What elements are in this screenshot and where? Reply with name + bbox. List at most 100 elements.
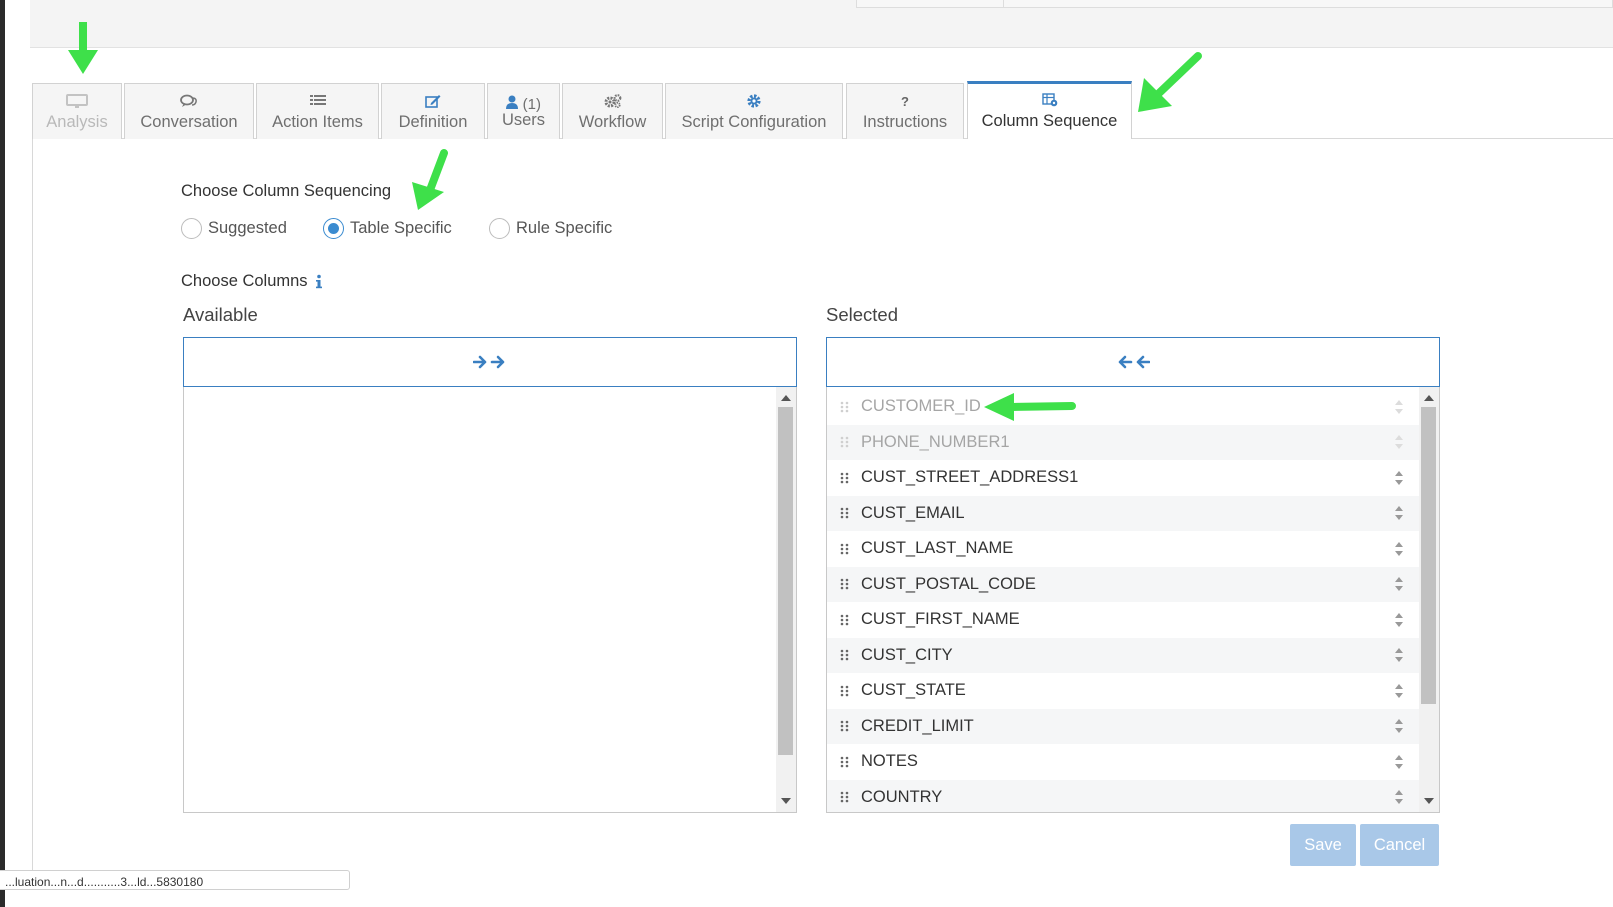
drag-handle-icon[interactable] — [827, 401, 861, 413]
scroll-up-icon[interactable] — [1424, 395, 1434, 401]
sort-icon[interactable] — [1379, 576, 1419, 592]
scroll-thumb[interactable] — [1421, 407, 1436, 704]
selected-list[interactable]: CUSTOMER_ID PHONE_NUMBER1 CUST_STREET_ADDR… — [826, 387, 1440, 813]
cancel-button[interactable]: Cancel — [1360, 824, 1439, 866]
question-icon: ? — [901, 94, 909, 109]
sort-icon[interactable] — [1379, 754, 1419, 770]
cogs-icon — [563, 94, 662, 112]
radio-button[interactable] — [489, 217, 510, 239]
tab-label: Column Sequence — [981, 112, 1118, 130]
tab-conversation[interactable]: Conversation — [124, 83, 254, 139]
selected-column-row[interactable]: NOTES — [827, 744, 1419, 780]
radio-table-specific[interactable]: Table Specific — [323, 216, 452, 240]
tab-users[interactable]: (1) Users — [487, 83, 560, 139]
tab-label: Action Items — [272, 113, 363, 131]
scroll-down-icon[interactable] — [781, 798, 791, 804]
scroll-thumb[interactable] — [778, 407, 793, 755]
sort-icon[interactable] — [1379, 470, 1419, 486]
selected-column-row[interactable]: CUST_FIRST_NAME — [827, 602, 1419, 638]
window-edge — [0, 0, 5, 907]
double-arrow-right-icon — [473, 355, 505, 369]
column-name: PHONE_NUMBER1 — [861, 432, 1010, 451]
tab-label: Analysis — [46, 113, 108, 131]
selected-column-row[interactable]: PHONE_NUMBER1 — [827, 424, 1419, 460]
move-all-left-button[interactable] — [826, 337, 1440, 387]
drag-handle-icon[interactable] — [827, 791, 861, 803]
drag-handle-icon[interactable] — [827, 649, 861, 661]
tab-instructions[interactable]: ? Instructions — [846, 83, 964, 139]
drag-handle-icon[interactable] — [827, 720, 861, 732]
tab-label: Conversation — [140, 113, 238, 131]
selected-column-row[interactable]: CUST_EMAIL — [827, 495, 1419, 531]
tab-column-sequence[interactable]: Column Sequence — [967, 81, 1132, 139]
top-field-box — [856, 0, 1613, 8]
drag-handle-icon[interactable] — [827, 543, 861, 555]
column-name: COUNTRY — [861, 787, 943, 806]
columns-title: Choose Columns — [181, 272, 308, 290]
tab-label: Workflow — [578, 113, 647, 131]
available-list[interactable] — [183, 387, 797, 813]
tab-analysis[interactable]: Analysis — [32, 83, 122, 139]
scroll-down-icon[interactable] — [1424, 798, 1434, 804]
selected-column-row[interactable]: COUNTRY — [827, 779, 1419, 812]
drag-handle-icon[interactable] — [827, 472, 861, 484]
selected-column-row[interactable]: CUST_STATE — [827, 673, 1419, 709]
drag-handle-icon[interactable] — [827, 578, 861, 590]
radio-rule-specific[interactable]: Rule Specific — [489, 216, 612, 240]
selected-column-row[interactable]: CREDIT_LIMIT — [827, 708, 1419, 744]
column-name: CUST_STATE — [861, 681, 966, 700]
available-scrollbar[interactable] — [776, 387, 796, 812]
sequencing-title: Choose Column Sequencing — [181, 182, 392, 200]
comments-icon — [125, 94, 253, 112]
drag-handle-icon[interactable] — [827, 436, 861, 448]
sort-icon[interactable] — [1379, 399, 1419, 415]
info-icon[interactable] — [314, 274, 324, 290]
radio-button[interactable] — [181, 217, 202, 239]
radio-button-selected[interactable] — [323, 217, 344, 239]
tab-label: Users — [501, 111, 546, 129]
scroll-up-icon[interactable] — [781, 395, 791, 401]
selected-scrollbar[interactable] — [1419, 387, 1439, 812]
tab-script-configuration[interactable]: Script Configuration — [665, 83, 843, 139]
sort-icon[interactable] — [1379, 683, 1419, 699]
tab-definition[interactable]: Definition — [381, 83, 485, 139]
selected-column-row[interactable]: CUST_LAST_NAME — [827, 531, 1419, 567]
sort-icon[interactable] — [1379, 434, 1419, 450]
selected-label: Selected — [826, 304, 898, 325]
selected-column-row[interactable]: CUST_STREET_ADDRESS1 — [827, 460, 1419, 496]
selected-column-row[interactable]: CUST_POSTAL_CODE — [827, 566, 1419, 602]
presentation-icon — [33, 94, 121, 112]
tab-label: Definition — [398, 113, 468, 131]
edit-icon — [382, 94, 484, 112]
annotation-arrow-icon — [1138, 52, 1202, 112]
column-name: CUST_FIRST_NAME — [861, 610, 1020, 629]
tab-workflow[interactable]: Workflow — [562, 83, 663, 139]
drag-handle-icon[interactable] — [827, 756, 861, 768]
top-bar — [30, 0, 1613, 48]
column-name: CUST_CITY — [861, 645, 953, 664]
status-url-tooltip: ...luation...n...d...........3...ld...58… — [0, 870, 350, 890]
radio-label: Suggested — [208, 218, 287, 237]
sort-icon[interactable] — [1379, 541, 1419, 557]
sort-icon[interactable] — [1379, 647, 1419, 663]
available-label: Available — [183, 304, 258, 325]
selected-column-row[interactable]: CUST_CITY — [827, 637, 1419, 673]
cog-icon — [666, 94, 842, 112]
tab-label: Script Configuration — [681, 113, 827, 131]
column-name: CUSTOMER_ID — [861, 397, 981, 416]
sort-icon[interactable] — [1379, 789, 1419, 805]
drag-handle-icon[interactable] — [827, 507, 861, 519]
sort-icon[interactable] — [1379, 718, 1419, 734]
drag-handle-icon[interactable] — [827, 685, 861, 697]
column-name: NOTES — [861, 752, 918, 771]
tab-action-items[interactable]: Action Items — [256, 83, 379, 139]
drag-handle-icon[interactable] — [827, 614, 861, 626]
column-name: CUST_LAST_NAME — [861, 539, 1014, 558]
radio-suggested[interactable]: Suggested — [181, 216, 287, 240]
sort-icon[interactable] — [1379, 612, 1419, 628]
save-button[interactable]: Save — [1290, 824, 1356, 866]
move-all-right-button[interactable] — [183, 337, 797, 387]
table-cog-icon — [968, 93, 1131, 111]
sort-icon[interactable] — [1379, 505, 1419, 521]
selected-column-row[interactable]: CUSTOMER_ID — [827, 389, 1419, 425]
